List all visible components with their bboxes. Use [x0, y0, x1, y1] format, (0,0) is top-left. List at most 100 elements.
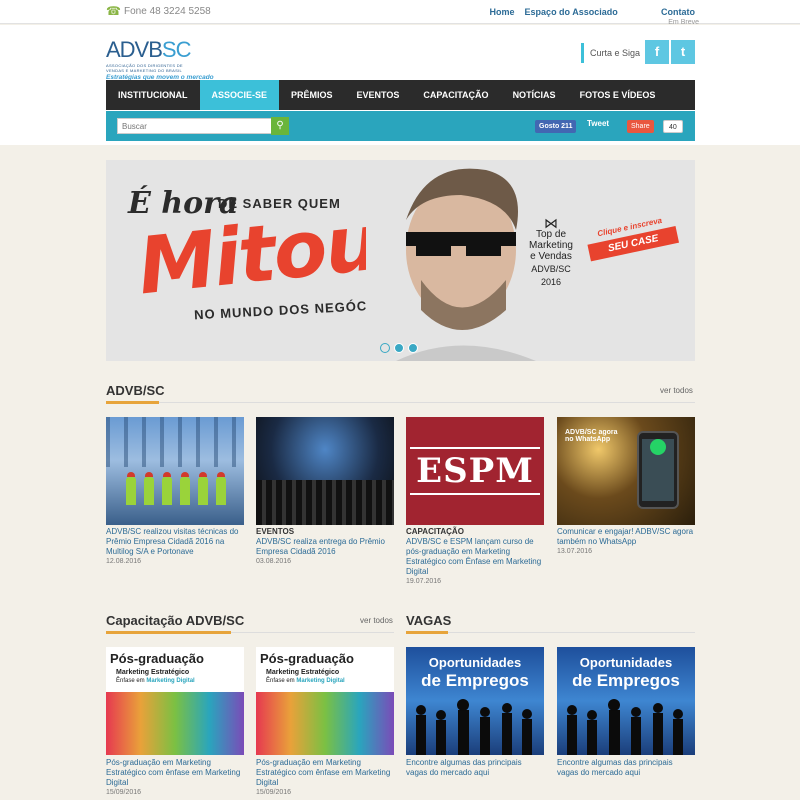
share-button[interactable]: Share — [627, 120, 654, 133]
news-image-espm: ESPM — [406, 417, 544, 525]
course-image-sub: Marketing Estratégico — [116, 669, 190, 676]
bowtie-icon: ⋈ — [544, 215, 558, 231]
news-title[interactable]: Comunicar e engajar! ADBV/SC agora també… — [557, 527, 695, 547]
advb-section-title: ADVB/SC — [106, 383, 165, 398]
news-image-visita — [106, 417, 244, 525]
contato-link[interactable]: Contato — [661, 7, 695, 17]
vaga-title[interactable]: Encontre algumas das principais vagas do… — [406, 758, 544, 778]
badge-year: 2016 — [540, 277, 562, 287]
main-nav: INSTITUCIONAL ASSOCIE-SE PRÊMIOS EVENTOS… — [106, 80, 695, 110]
slider-dot-2[interactable] — [394, 343, 404, 353]
capacitacao-ver-todos[interactable]: ver todos — [360, 616, 393, 625]
capacitacao-underline — [106, 631, 231, 634]
news-date: 19.07.2016 — [406, 578, 442, 585]
facebook-icon[interactable]: f — [645, 40, 669, 64]
course-image-sub2: Ênfase em Marketing Digital — [116, 678, 195, 684]
badge-line-3: e Vendas — [530, 251, 572, 262]
news-card[interactable]: ADVB/SC realizou visitas técnicas do Prê… — [106, 417, 244, 567]
news-title[interactable]: ADVB/SC e ESPM lançam curso de pós-gradu… — [406, 537, 544, 577]
advb-ver-todos[interactable]: ver todos — [660, 386, 693, 395]
course-title[interactable]: Pós-graduação em Marketing Estratégico c… — [256, 758, 394, 788]
curta-e-siga: Curta e Siga — [581, 43, 640, 63]
course-image: Pós-graduação Marketing Estratégico Ênfa… — [106, 647, 244, 755]
whatsapp-caption: ADVB/SC agora no WhatsApp — [565, 429, 618, 443]
news-title[interactable]: ADVB/SC realizou visitas técnicas do Prê… — [106, 527, 244, 557]
news-card[interactable]: ADVB/SC agora no WhatsApp Comunicar e en… — [557, 417, 695, 557]
vagas-section-title: VAGAS — [406, 613, 452, 628]
hero-banner[interactable]: É hora DE SABER QUEM Mitou NO MUNDO DOS … — [106, 160, 695, 361]
vagas-underline — [406, 631, 448, 634]
course-image-sub: Marketing Estratégico — [266, 669, 340, 676]
nav-associe-se[interactable]: ASSOCIE-SE — [199, 80, 280, 110]
home-link[interactable]: Home — [490, 7, 515, 17]
advb-logo[interactable]: ADVBSC ASSOCIAÇÃO DOS DIRIGENTES DE VEND… — [106, 37, 214, 81]
nav-capacitacao[interactable]: CAPACITAÇÃO — [411, 80, 500, 110]
espaco-associado-link[interactable]: Espaço do Associado Em Breve — [524, 7, 699, 26]
course-image-title: Pós-graduação — [110, 651, 204, 666]
top-marketing-badge: ⋈ Top de Marketing e Vendas ADVB/SC 2016 — [521, 215, 581, 288]
news-card[interactable]: EVENTOS ADVB/SC realiza entrega do Prêmi… — [256, 417, 394, 567]
phone-info: ☎ Fone 48 3224 5258 — [106, 5, 211, 17]
logo-subtitle-2: VENDAS E MARKETING DO BRASIL — [106, 68, 182, 73]
search-input[interactable] — [117, 118, 277, 134]
news-date: 03.08.2016 — [256, 558, 292, 565]
nav-fotos-videos[interactable]: FOTOS E VÍDEOS — [568, 80, 668, 110]
top-bar: ☎ Fone 48 3224 5258 Home Espaço do Assoc… — [0, 0, 800, 26]
vaga-image-line1: Oportunidades — [428, 655, 522, 670]
vagas-divider — [406, 632, 695, 633]
course-date: 15/09/2016 — [256, 789, 292, 796]
course-date: 15/09/2016 — [106, 789, 142, 796]
phone-number: Fone 48 3224 5258 — [124, 5, 211, 17]
whatsapp-icon — [650, 439, 666, 455]
badge-line-4: ADVB/SC — [531, 264, 571, 274]
capacitacao-section-title: Capacitação ADVB/SC — [106, 613, 245, 628]
espaco-associado-label: Espaço do Associado — [524, 7, 618, 17]
course-image: Pós-graduação Marketing Estratégico Ênfa… — [256, 647, 394, 755]
badge-line-2: Marketing — [529, 240, 573, 251]
nav-institucional[interactable]: INSTITUCIONAL — [106, 80, 200, 110]
advb-divider — [106, 402, 695, 403]
news-category: CAPACITAÇÃO — [406, 527, 464, 536]
search-bar: ⚲ Gosto 211 Tweet Share 40 — [106, 111, 695, 141]
news-date: 13.07.2016 — [557, 548, 593, 555]
slider-dots — [380, 343, 418, 353]
course-image-sub2: Ênfase em Marketing Digital — [266, 678, 345, 684]
news-image-whatsapp: ADVB/SC agora no WhatsApp — [557, 417, 695, 525]
nav-noticias[interactable]: NOTÍCIAS — [501, 80, 568, 110]
vaga-title[interactable]: Encontre algumas das principais vagas do… — [557, 758, 695, 778]
course-card[interactable]: Pós-graduação Marketing Estratégico Ênfa… — [256, 647, 394, 798]
slider-dot-1[interactable] — [380, 343, 390, 353]
top-links: Home Espaço do Associado Em Breve Contat… — [490, 7, 699, 26]
vaga-image: Oportunidades de Empregos — [557, 647, 695, 755]
banner-face-image — [366, 160, 546, 361]
vaga-card[interactable]: Oportunidades de Empregos Encontre algum… — [406, 647, 544, 778]
advb-underline — [106, 401, 159, 404]
inscreva-cta[interactable]: Clique e inscreva SEU CASE — [585, 213, 686, 290]
twitter-icon[interactable]: t — [671, 40, 695, 64]
vaga-image-line2: de Empregos — [572, 671, 680, 690]
logo-wordmark: ADVBSC — [106, 37, 191, 62]
nav-premios[interactable]: PRÊMIOS — [279, 80, 345, 110]
espm-logo: ESPM — [410, 447, 540, 495]
vaga-image-line2: de Empregos — [421, 671, 529, 690]
nav-eventos[interactable]: EVENTOS — [345, 80, 412, 110]
vaga-image: Oportunidades de Empregos — [406, 647, 544, 755]
news-card[interactable]: ESPM CAPACITAÇÃO ADVB/SC e ESPM lançam c… — [406, 417, 544, 587]
phone-icon: ☎ — [106, 4, 121, 18]
facebook-like-button[interactable]: Gosto 211 — [535, 120, 577, 133]
course-image-title: Pós-graduação — [260, 651, 354, 666]
badge-line-1: Top de — [535, 229, 567, 240]
course-card[interactable]: Pós-graduação Marketing Estratégico Ênfa… — [106, 647, 244, 798]
vaga-image-line1: Oportunidades — [579, 655, 673, 670]
course-title[interactable]: Pós-graduação em Marketing Estratégico c… — [106, 758, 244, 788]
news-category: EVENTOS — [256, 527, 295, 536]
news-title[interactable]: ADVB/SC realiza entrega do Prêmio Empres… — [256, 537, 394, 557]
vaga-card[interactable]: Oportunidades de Empregos Encontre algum… — [557, 647, 695, 778]
share-count: 40 — [663, 120, 683, 133]
search-icon[interactable]: ⚲ — [271, 117, 289, 135]
news-date: 12.08.2016 — [106, 558, 142, 565]
header: ADVBSC ASSOCIAÇÃO DOS DIRIGENTES DE VEND… — [0, 25, 800, 145]
tweet-button[interactable]: Tweet — [587, 119, 609, 128]
slider-dot-3[interactable] — [408, 343, 418, 353]
news-image-evento — [256, 417, 394, 525]
